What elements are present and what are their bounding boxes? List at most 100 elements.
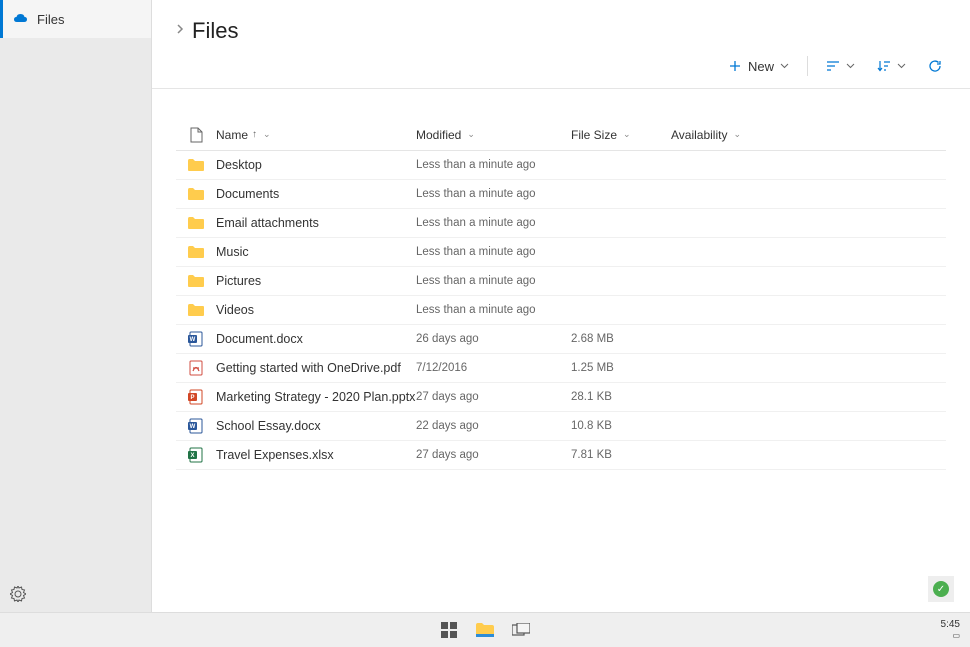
file-name: Marketing Strategy - 2020 Plan.pptx bbox=[216, 390, 416, 404]
file-size: 2.68 MB bbox=[571, 333, 671, 345]
chevron-down-icon: ⌄ bbox=[623, 129, 631, 140]
windows-icon bbox=[441, 622, 457, 638]
list-item[interactable]: W School Essay.docx22 days ago10.8 KB bbox=[176, 412, 946, 441]
sidebar-item-label: Files bbox=[37, 12, 64, 27]
sort-order-icon bbox=[877, 60, 891, 72]
chevron-down-icon bbox=[846, 63, 855, 69]
file-name: Getting started with OneDrive.pdf bbox=[216, 361, 416, 375]
svg-text:P: P bbox=[190, 395, 194, 401]
pdf-icon bbox=[176, 360, 216, 376]
file-modified: Less than a minute ago bbox=[416, 246, 571, 258]
breadcrumb-chevron-icon[interactable] bbox=[176, 24, 184, 34]
file-name: Music bbox=[216, 245, 416, 259]
list-item[interactable]: Email attachmentsLess than a minute ago bbox=[176, 209, 946, 238]
folder-icon bbox=[176, 245, 216, 259]
docx-icon: W bbox=[176, 418, 216, 434]
chevron-down-icon bbox=[897, 63, 906, 69]
column-header-availability[interactable]: Availability ⌄ bbox=[671, 128, 791, 142]
list-item[interactable]: X Travel Expenses.xlsx27 days ago7.81 KB bbox=[176, 441, 946, 470]
docx-icon: W bbox=[176, 331, 216, 347]
sort-button[interactable] bbox=[822, 56, 859, 76]
file-modified: Less than a minute ago bbox=[416, 304, 571, 316]
svg-text:W: W bbox=[190, 424, 196, 430]
command-bar: New bbox=[152, 54, 970, 89]
page-title: Files bbox=[192, 18, 238, 44]
taskbar-explorer[interactable] bbox=[473, 618, 497, 642]
tray-more-icon: ▭ bbox=[941, 631, 960, 641]
column-header-modified[interactable]: Modified ⌄ bbox=[416, 128, 571, 142]
chevron-down-icon: ⌄ bbox=[467, 129, 475, 140]
folder-icon bbox=[475, 622, 495, 638]
page-header: Files bbox=[152, 0, 970, 54]
file-modified: Less than a minute ago bbox=[416, 217, 571, 229]
list-item[interactable]: P Marketing Strategy - 2020 Plan.pptx27 d… bbox=[176, 383, 946, 412]
folder-icon bbox=[176, 303, 216, 317]
file-modified: 27 days ago bbox=[416, 449, 571, 461]
file-name: Desktop bbox=[216, 158, 416, 172]
svg-text:W: W bbox=[190, 337, 196, 343]
file-name: Pictures bbox=[216, 274, 416, 288]
file-name: Email attachments bbox=[216, 216, 416, 230]
column-headers: Name ↑ ⌄ Modified ⌄ File Size ⌄ Availabi… bbox=[176, 119, 946, 151]
list-item[interactable]: VideosLess than a minute ago bbox=[176, 296, 946, 325]
sidebar-item-files[interactable]: Files bbox=[0, 0, 151, 38]
cloud-icon bbox=[13, 11, 29, 27]
folder-icon bbox=[176, 216, 216, 230]
file-modified: Less than a minute ago bbox=[416, 275, 571, 287]
file-size: 1.25 MB bbox=[571, 362, 671, 374]
file-modified: Less than a minute ago bbox=[416, 188, 571, 200]
file-name: School Essay.docx bbox=[216, 419, 416, 433]
refresh-button[interactable] bbox=[924, 55, 946, 77]
list-item[interactable]: W Document.docx26 days ago2.68 MB bbox=[176, 325, 946, 354]
column-header-name[interactable]: Name ↑ ⌄ bbox=[216, 128, 416, 142]
sync-status-badge[interactable]: ✓ bbox=[928, 576, 954, 602]
gear-icon bbox=[10, 586, 26, 602]
chevron-down-icon: ⌄ bbox=[733, 129, 741, 140]
new-button[interactable]: New bbox=[724, 55, 793, 78]
file-modified: Less than a minute ago bbox=[416, 159, 571, 171]
taskbar-taskview[interactable] bbox=[509, 618, 533, 642]
pptx-icon: P bbox=[176, 389, 216, 405]
refresh-icon bbox=[928, 59, 942, 73]
view-button[interactable] bbox=[873, 56, 910, 76]
list-item[interactable]: Getting started with OneDrive.pdf7/12/20… bbox=[176, 354, 946, 383]
separator bbox=[807, 56, 808, 76]
file-size: 28.1 KB bbox=[571, 391, 671, 403]
xlsx-icon: X bbox=[176, 447, 216, 463]
taskbar: 5:45 ▭ bbox=[0, 612, 970, 647]
file-modified: 26 days ago bbox=[416, 333, 571, 345]
checkmark-icon: ✓ bbox=[933, 581, 949, 597]
file-modified: 7/12/2016 bbox=[416, 362, 571, 374]
new-button-label: New bbox=[748, 59, 774, 74]
folder-icon bbox=[176, 158, 216, 172]
chevron-down-icon: ⌄ bbox=[263, 129, 271, 140]
sort-lines-icon bbox=[826, 60, 840, 72]
column-header-size[interactable]: File Size ⌄ bbox=[571, 128, 671, 142]
sidebar: Files bbox=[0, 0, 152, 612]
system-tray[interactable]: 5:45 ▭ bbox=[941, 619, 970, 641]
file-size: 10.8 KB bbox=[571, 420, 671, 432]
settings-button[interactable] bbox=[0, 576, 151, 612]
taskview-icon bbox=[512, 623, 530, 637]
file-icon bbox=[190, 127, 203, 143]
sort-ascending-icon: ↑ bbox=[252, 129, 257, 140]
column-header-icon[interactable] bbox=[176, 127, 216, 143]
list-item[interactable]: MusicLess than a minute ago bbox=[176, 238, 946, 267]
main-content: Files New bbox=[152, 0, 970, 612]
start-button[interactable] bbox=[437, 618, 461, 642]
file-modified: 22 days ago bbox=[416, 420, 571, 432]
svg-text:X: X bbox=[190, 453, 194, 459]
file-name: Document.docx bbox=[216, 332, 416, 346]
chevron-down-icon bbox=[780, 63, 789, 69]
clock: 5:45 bbox=[941, 619, 960, 631]
folder-icon bbox=[176, 274, 216, 288]
file-name: Travel Expenses.xlsx bbox=[216, 448, 416, 462]
plus-icon bbox=[728, 59, 742, 73]
list-item[interactable]: DesktopLess than a minute ago bbox=[176, 151, 946, 180]
file-list: Name ↑ ⌄ Modified ⌄ File Size ⌄ Availabi… bbox=[152, 89, 970, 470]
file-modified: 27 days ago bbox=[416, 391, 571, 403]
file-size: 7.81 KB bbox=[571, 449, 671, 461]
file-name: Videos bbox=[216, 303, 416, 317]
list-item[interactable]: DocumentsLess than a minute ago bbox=[176, 180, 946, 209]
list-item[interactable]: PicturesLess than a minute ago bbox=[176, 267, 946, 296]
